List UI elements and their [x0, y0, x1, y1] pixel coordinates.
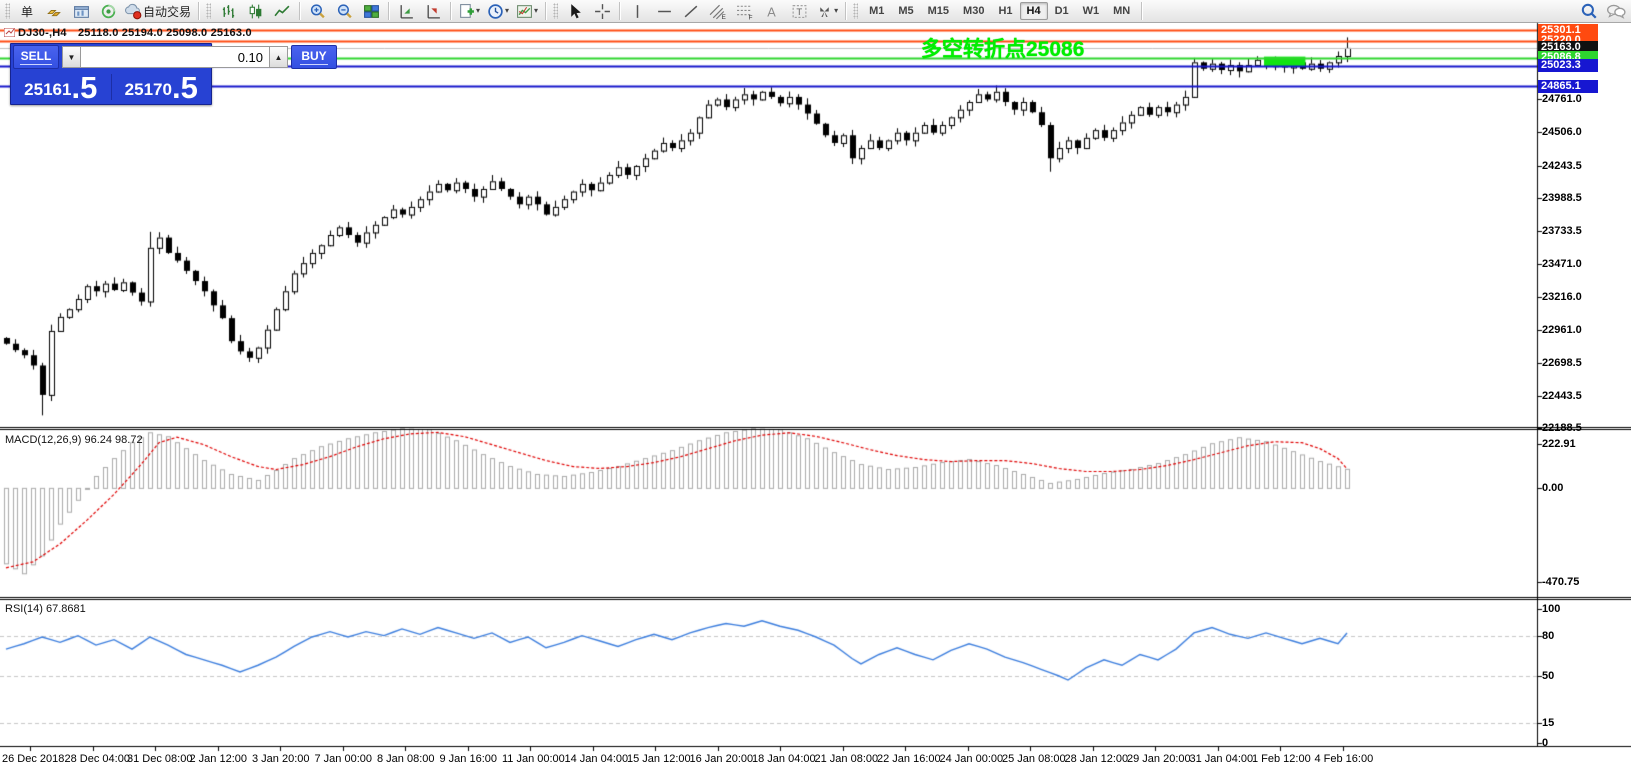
chart-symbol-icon: [4, 28, 15, 37]
one-click-trading-widget: SELL ▼ ▲ BUY 25161.5 25170.5: [10, 43, 212, 105]
volume-input[interactable]: [81, 46, 269, 68]
time-axis-label: 9 Jan 16:00: [440, 753, 498, 765]
widget-price-row: 25161.5 25170.5: [11, 70, 211, 104]
time-axis-label: 31 Jan 04:00: [1190, 753, 1254, 765]
price-axis-tick: 22961.0: [1542, 324, 1582, 336]
rsi-axis-tick: 0: [1542, 737, 1548, 749]
time-axis-label: 2 Jan 12:00: [190, 753, 248, 765]
time-axis-label: 4 Feb 16:00: [1315, 753, 1374, 765]
time-axis-label: 31 Dec 08:00: [127, 753, 192, 765]
time-axis-label: 8 Jan 08:00: [377, 753, 435, 765]
buy-price[interactable]: 25170.5: [112, 70, 212, 104]
time-axis-label: 16 Jan 20:00: [690, 753, 754, 765]
volume-stepper: ▼ ▲: [62, 46, 288, 68]
price-axis-tick: 24243.5: [1542, 160, 1582, 172]
time-axis-label: 29 Jan 20:00: [1127, 753, 1191, 765]
rsi-indicator-label: RSI(14) 67.8681: [5, 603, 86, 615]
buy-price-frac: .5: [172, 76, 198, 101]
chart-title: DJ30-,H4 25118.0 25194.0 25098.0 25163.0: [18, 27, 252, 39]
volume-decrease-button[interactable]: ▼: [62, 46, 81, 68]
time-axis-label: 28 Jan 12:00: [1065, 753, 1129, 765]
time-axis-label: 3 Jan 20:00: [252, 753, 310, 765]
time-axis-label: 24 Jan 00:00: [940, 753, 1004, 765]
price-axis-tick: 22188.5: [1542, 422, 1582, 434]
time-axis-label: 18 Jan 04:00: [752, 753, 816, 765]
time-axis-label: 25 Jan 08:00: [1002, 753, 1066, 765]
price-chart-canvas[interactable]: [0, 0, 1631, 772]
price-level-flag: 25023.3: [1538, 59, 1598, 72]
price-axis-tick: 23471.0: [1542, 258, 1582, 270]
time-axis-label: 22 Jan 16:00: [877, 753, 941, 765]
price-axis-tick: 23216.0: [1542, 291, 1582, 303]
time-axis-label: 21 Jan 08:00: [815, 753, 879, 765]
price-axis-tick: 22698.5: [1542, 357, 1582, 369]
chart-symbol-period: DJ30-,H4: [18, 27, 67, 39]
price-axis-tick: 23733.5: [1542, 225, 1582, 237]
sell-price[interactable]: 25161.5: [11, 70, 111, 104]
price-axis-tick: 22443.5: [1542, 390, 1582, 402]
time-axis-label: 11 Jan 00:00: [502, 753, 565, 765]
price-level-flag: 24865.1: [1538, 80, 1598, 93]
buy-price-int: 25170: [125, 81, 172, 98]
rsi-axis-tick: 50: [1542, 670, 1554, 682]
time-axis-label: 15 Jan 12:00: [627, 753, 691, 765]
chart-ohlc-values: 25118.0 25194.0 25098.0 25163.0: [78, 27, 252, 39]
price-axis-tick: 24761.0: [1542, 93, 1582, 105]
sell-price-frac: .5: [71, 76, 97, 101]
macd-axis-tick: -470.75: [1542, 576, 1579, 588]
macd-axis-tick: 0.00: [1542, 482, 1563, 494]
time-axis-label: 1 Feb 12:00: [1252, 753, 1311, 765]
rsi-axis-tick: 80: [1542, 630, 1554, 642]
time-axis-label: 28 Dec 04:00: [65, 753, 130, 765]
volume-increase-button[interactable]: ▲: [269, 46, 288, 68]
buy-button[interactable]: BUY: [291, 45, 337, 69]
price-axis-tick: 24506.0: [1542, 126, 1582, 138]
time-axis-label: 14 Jan 04:00: [565, 753, 629, 765]
macd-axis-tick: 222.91: [1542, 438, 1576, 450]
widget-top-row: SELL ▼ ▲ BUY: [11, 44, 211, 70]
mt4-terminal-window: 单 自动交易: [0, 0, 1631, 772]
chart-annotation-text: 多空转折点25086: [921, 33, 1084, 63]
time-axis-label: 7 Jan 00:00: [315, 753, 373, 765]
sell-price-int: 25161: [24, 81, 71, 98]
price-axis-tick: 23988.5: [1542, 192, 1582, 204]
rsi-axis-tick: 15: [1542, 717, 1554, 729]
rsi-axis-tick: 100: [1542, 603, 1560, 615]
time-axis-label: 26 Dec 2018: [2, 753, 64, 765]
sell-button[interactable]: SELL: [13, 45, 59, 69]
macd-indicator-label: MACD(12,26,9) 96.24 98.72: [5, 434, 143, 446]
